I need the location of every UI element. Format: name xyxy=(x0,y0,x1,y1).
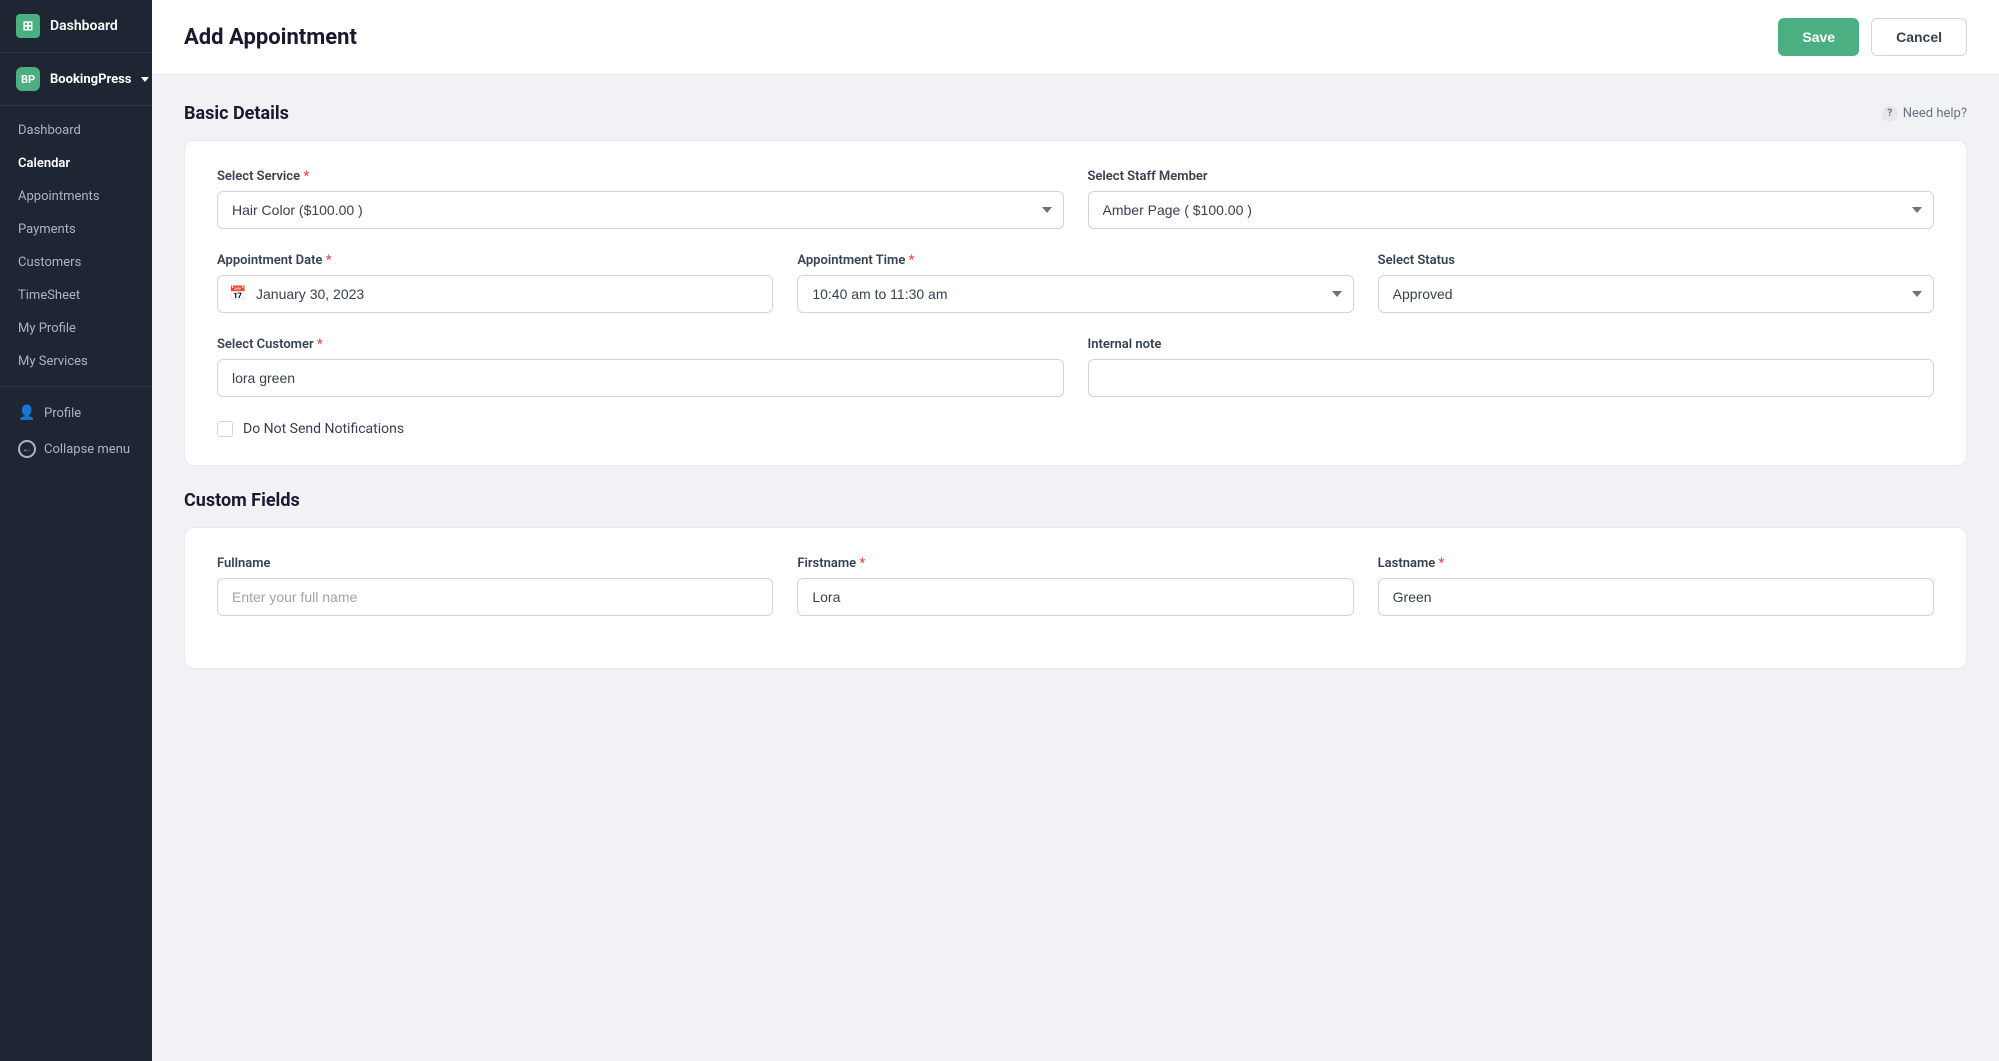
sidebar-item-customers[interactable]: Customers xyxy=(0,246,152,279)
select-status-wrapper: Approved xyxy=(1378,275,1934,313)
sidebar-nav: Dashboard Calendar Appointments Payments… xyxy=(0,106,152,1061)
select-time-input[interactable]: 10:40 am to 11:30 am xyxy=(797,275,1353,313)
select-service-wrapper: Hair Color ($100.00 ) xyxy=(217,191,1064,229)
date-input-wrapper: 📅 xyxy=(217,275,773,313)
firstname-group: Firstname * xyxy=(797,556,1353,616)
header-actions: Save Cancel xyxy=(1778,18,1967,56)
select-customer-label: Select Customer * xyxy=(217,337,1064,352)
select-customer-input[interactable] xyxy=(217,359,1064,397)
firstname-label: Firstname * xyxy=(797,556,1353,571)
app-name: Dashboard xyxy=(50,18,118,34)
sidebar-brand[interactable]: BP BookingPress xyxy=(0,53,152,106)
do-not-notify-row: Do Not Send Notifications xyxy=(217,421,1934,437)
cancel-button[interactable]: Cancel xyxy=(1871,18,1967,56)
sidebar-collapse-button[interactable]: ← Collapse menu xyxy=(0,431,152,467)
dashboard-label: Dashboard xyxy=(18,123,81,138)
custom-fields-header: Custom Fields xyxy=(184,490,1967,511)
custom-fields-title: Custom Fields xyxy=(184,490,300,511)
time-required-star: * xyxy=(909,253,915,268)
internal-note-input[interactable] xyxy=(1088,359,1935,397)
sidebar-divider xyxy=(0,386,152,387)
sidebar-app-header[interactable]: ⊞ Dashboard xyxy=(0,0,152,53)
lastname-group: Lastname * xyxy=(1378,556,1934,616)
select-status-label: Select Status xyxy=(1378,253,1934,268)
select-service-label: Select Service * xyxy=(217,169,1064,184)
firstname-required-star: * xyxy=(859,556,865,571)
select-time-wrapper: 10:40 am to 11:30 am xyxy=(797,275,1353,313)
person-icon: 👤 xyxy=(18,404,36,422)
sidebar-item-timesheet[interactable]: TimeSheet xyxy=(0,279,152,312)
brand-name: BookingPress xyxy=(50,72,131,87)
main-content: Add Appointment Save Cancel Basic Detail… xyxy=(152,0,1999,1061)
need-help-link[interactable]: ? Need help? xyxy=(1882,106,1967,122)
appointment-time-label: Appointment Time * xyxy=(797,253,1353,268)
sidebar-item-appointments[interactable]: Appointments xyxy=(0,180,152,213)
lastname-required-star: * xyxy=(1438,556,1444,571)
sidebar-item-profile[interactable]: 👤 Profile xyxy=(0,395,152,431)
basic-details-card: Select Service * Hair Color ($100.00 ) S… xyxy=(184,140,1967,466)
service-staff-row: Select Service * Hair Color ($100.00 ) S… xyxy=(217,169,1934,229)
appointments-label: Appointments xyxy=(18,189,100,204)
select-service-input[interactable]: Hair Color ($100.00 ) xyxy=(217,191,1064,229)
appointment-time-group: Appointment Time * 10:40 am to 11:30 am xyxy=(797,253,1353,313)
appointment-date-input[interactable] xyxy=(217,275,773,313)
page-content: Basic Details ? Need help? Select Servic… xyxy=(152,75,1999,1061)
profile-label: Profile xyxy=(44,406,81,421)
basic-details-title: Basic Details xyxy=(184,103,289,124)
customer-note-row: Select Customer * Internal note xyxy=(217,337,1934,397)
need-help-label: Need help? xyxy=(1903,106,1967,121)
sidebar-item-payments[interactable]: Payments xyxy=(0,213,152,246)
internal-note-label: Internal note xyxy=(1088,337,1935,352)
select-status-input[interactable]: Approved xyxy=(1378,275,1934,313)
date-time-status-row: Appointment Date * 📅 Appointment Time * xyxy=(217,253,1934,313)
fullname-label: Fullname xyxy=(217,556,773,571)
select-staff-group: Select Staff Member Amber Page ( $100.00… xyxy=(1088,169,1935,229)
select-customer-group: Select Customer * xyxy=(217,337,1064,397)
brand-icon: BP xyxy=(16,67,40,91)
firstname-input[interactable] xyxy=(797,578,1353,616)
sidebar: ⊞ Dashboard BP BookingPress Dashboard Ca… xyxy=(0,0,152,1061)
select-status-group: Select Status Approved xyxy=(1378,253,1934,313)
sidebar-item-my-profile[interactable]: My Profile xyxy=(0,312,152,345)
collapse-label: Collapse menu xyxy=(44,442,130,457)
name-fields-row: Fullname Firstname * Lastname * xyxy=(217,556,1934,616)
app-icon: ⊞ xyxy=(16,14,40,38)
page-title: Add Appointment xyxy=(184,25,357,50)
sidebar-item-dashboard[interactable]: Dashboard xyxy=(0,114,152,147)
internal-note-group: Internal note xyxy=(1088,337,1935,397)
lastname-label: Lastname * xyxy=(1378,556,1934,571)
service-required-star: * xyxy=(303,169,309,184)
payments-label: Payments xyxy=(18,222,76,237)
do-not-notify-checkbox[interactable] xyxy=(217,421,233,437)
date-required-star: * xyxy=(326,253,332,268)
help-icon: ? xyxy=(1882,106,1898,122)
customer-required-star: * xyxy=(317,337,323,352)
customers-label: Customers xyxy=(18,255,81,270)
collapse-icon: ← xyxy=(18,440,36,458)
appointment-date-label: Appointment Date * xyxy=(217,253,773,268)
do-not-notify-label: Do Not Send Notifications xyxy=(243,421,404,437)
select-staff-input[interactable]: Amber Page ( $100.00 ) xyxy=(1088,191,1935,229)
sidebar-item-my-services[interactable]: My Services xyxy=(0,345,152,378)
select-staff-wrapper: Amber Page ( $100.00 ) xyxy=(1088,191,1935,229)
my-services-label: My Services xyxy=(18,354,88,369)
fullname-input[interactable] xyxy=(217,578,773,616)
calendar-label: Calendar xyxy=(18,156,70,171)
appointment-date-group: Appointment Date * 📅 xyxy=(217,253,773,313)
fullname-group: Fullname xyxy=(217,556,773,616)
my-profile-label: My Profile xyxy=(18,321,76,336)
sidebar-item-calendar[interactable]: Calendar xyxy=(0,147,152,180)
page-header: Add Appointment Save Cancel xyxy=(152,0,1999,75)
basic-details-header: Basic Details ? Need help? xyxy=(184,103,1967,124)
lastname-input[interactable] xyxy=(1378,578,1934,616)
timesheet-label: TimeSheet xyxy=(18,288,80,303)
brand-arrow-icon xyxy=(141,77,149,82)
select-staff-label: Select Staff Member xyxy=(1088,169,1935,184)
custom-fields-card: Fullname Firstname * Lastname * xyxy=(184,527,1967,669)
save-button[interactable]: Save xyxy=(1778,18,1859,56)
select-service-group: Select Service * Hair Color ($100.00 ) xyxy=(217,169,1064,229)
